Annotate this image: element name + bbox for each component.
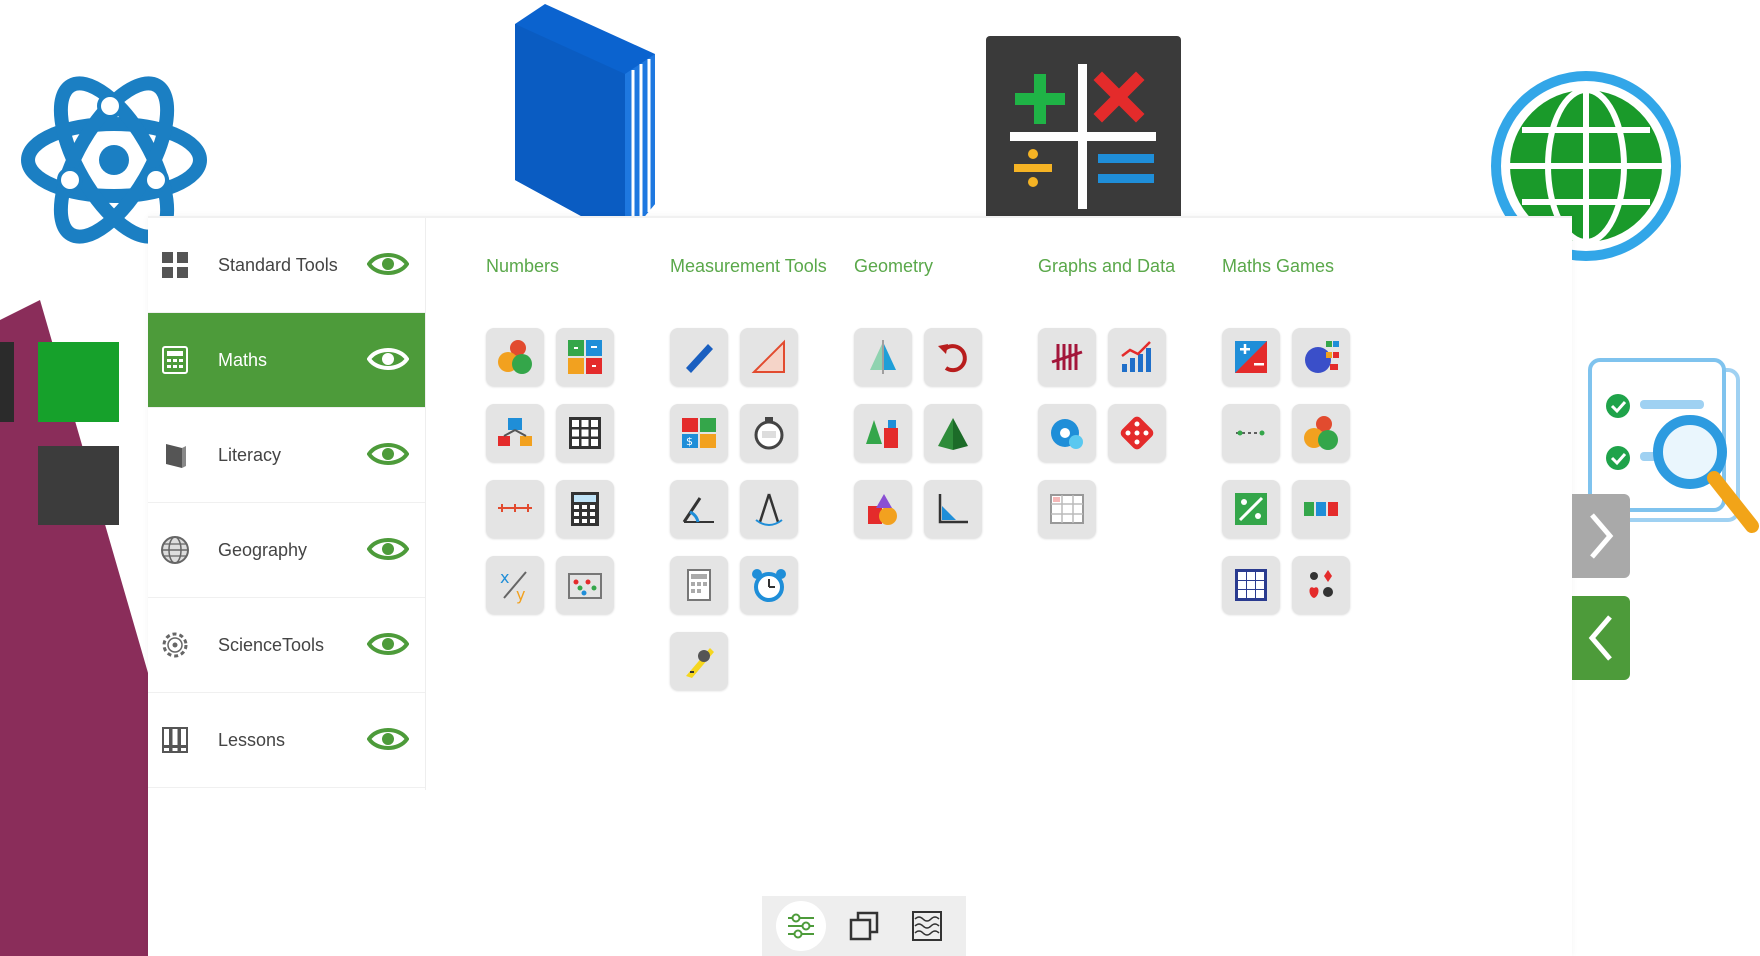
eye-icon[interactable] — [367, 628, 409, 660]
protractor-tool-button[interactable] — [670, 480, 728, 538]
reflection-tool-button[interactable] — [854, 328, 912, 386]
copy-windows-icon — [849, 911, 879, 941]
sidebar-item-label: Geography — [218, 539, 308, 560]
svg-text:x: x — [500, 568, 509, 587]
tool-category-sidebar: Standard Tools Maths Literacy Geography — [148, 218, 426, 790]
book-icon — [160, 440, 190, 470]
blue-book-icon — [515, 4, 655, 240]
pyramid-tool-button[interactable] — [924, 404, 982, 462]
category-geometry: Geometry — [854, 218, 1014, 538]
shapes-tool-button[interactable] — [854, 480, 912, 538]
fraction-game-button[interactable] — [1222, 480, 1280, 538]
category-title: Graphs and Data — [1038, 256, 1176, 276]
number-cards-game-button[interactable] — [1292, 480, 1350, 538]
sidebar-item-lessons[interactable]: Lessons — [148, 693, 425, 788]
category-numbers: Numbers xy — [486, 218, 646, 614]
tally-tool-button[interactable] — [1038, 328, 1096, 386]
alarm-clock-tool-button[interactable] — [740, 556, 798, 614]
number-bonds-game-button[interactable] — [1292, 328, 1350, 386]
shapes-3d-tool-button[interactable] — [854, 404, 912, 462]
money-tool-button[interactable]: $ — [670, 404, 728, 462]
chevron-left-icon — [1588, 615, 1612, 661]
number-grid-game-button[interactable] — [1222, 556, 1280, 614]
compass-tool-button[interactable] — [740, 480, 798, 538]
maths-tools-panel: Standard Tools Maths Literacy Geography — [148, 216, 1572, 956]
dark-strip-decoration — [0, 342, 14, 422]
background-pattern-icon — [911, 911, 942, 941]
sidebar-item-standard-tools[interactable]: Standard Tools — [148, 218, 425, 313]
category-title: Geometry — [854, 256, 934, 276]
svg-text:y: y — [516, 585, 525, 604]
globe-icon — [160, 535, 190, 565]
binders-icon — [160, 725, 190, 755]
math-operations-icon — [986, 36, 1181, 232]
number-grid-tool-button[interactable] — [556, 328, 614, 386]
calculator-tool-button[interactable] — [556, 480, 614, 538]
playing-cards-game-button[interactable] — [1292, 556, 1350, 614]
duplicate-button[interactable] — [839, 901, 889, 951]
dice-tool-button[interactable] — [1108, 404, 1166, 462]
sidebar-item-maths[interactable]: Maths — [148, 313, 425, 408]
sidebar-item-label: Literacy — [218, 444, 282, 465]
operations-game-button[interactable] — [1222, 328, 1280, 386]
sidebar-item-label: Maths — [218, 349, 268, 370]
dark-square-decoration — [38, 446, 119, 525]
category-maths-games: Maths Games — [1222, 218, 1382, 614]
background-button[interactable] — [902, 901, 952, 951]
grid-icon — [160, 250, 190, 280]
tape-measure-tool-button[interactable] — [670, 632, 728, 690]
ruler-tool-button[interactable] — [670, 328, 728, 386]
sidebar-item-label: ScienceTools — [218, 634, 325, 655]
calculator-icon — [160, 345, 190, 375]
scales-tool-button[interactable] — [670, 556, 728, 614]
counters-tool-button[interactable] — [486, 328, 544, 386]
bottom-toolbar — [762, 896, 966, 956]
category-title: Numbers — [486, 256, 560, 276]
category-measurement-tools: Measurement Tools $ — [670, 218, 830, 690]
eye-icon[interactable] — [367, 248, 409, 280]
sidebar-item-label: Standard Tools — [218, 254, 338, 275]
dominoes-tool-button[interactable] — [486, 404, 544, 462]
stopwatch-tool-button[interactable] — [740, 404, 798, 462]
bar-chart-tool-button[interactable] — [1108, 328, 1166, 386]
set-square-tool-button[interactable] — [740, 328, 798, 386]
previous-page-button[interactable] — [1572, 596, 1630, 680]
settings-sliders-icon — [788, 913, 815, 939]
rotate-tool-button[interactable] — [924, 328, 982, 386]
eye-icon[interactable] — [367, 533, 409, 565]
hundred-square-tool-button[interactable] — [556, 404, 614, 462]
sidebar-item-sciencetools[interactable]: ScienceTools — [148, 598, 425, 693]
green-square-decoration — [38, 342, 119, 422]
category-graphs-and-data: Graphs and Data — [1038, 218, 1198, 538]
category-title: Maths Games — [1222, 256, 1335, 276]
table-tool-button[interactable] — [1038, 480, 1096, 538]
sidebar-item-label: Lessons — [218, 729, 286, 750]
chevron-right-icon — [1590, 513, 1614, 559]
fractions-tool-button[interactable]: xy — [486, 556, 544, 614]
eye-icon[interactable] — [367, 438, 409, 470]
number-line-game-button[interactable] — [1222, 404, 1280, 462]
counters-game-button[interactable] — [1292, 404, 1350, 462]
sidebar-item-geography[interactable]: Geography — [148, 503, 425, 598]
settings-button[interactable] — [776, 901, 827, 951]
abacus-tool-button[interactable] — [556, 556, 614, 614]
eye-icon[interactable] — [367, 723, 409, 755]
spinner-tool-button[interactable] — [1038, 404, 1096, 462]
axis-tool-button[interactable] — [924, 480, 982, 538]
category-title: Measurement Tools — [670, 256, 827, 276]
gear-atom-icon — [160, 630, 190, 660]
eye-icon[interactable] — [367, 343, 409, 375]
svg-text:$: $ — [686, 435, 693, 448]
next-page-button[interactable] — [1572, 494, 1630, 578]
sidebar-item-literacy[interactable]: Literacy — [148, 408, 425, 503]
number-line-tool-button[interactable] — [486, 480, 544, 538]
